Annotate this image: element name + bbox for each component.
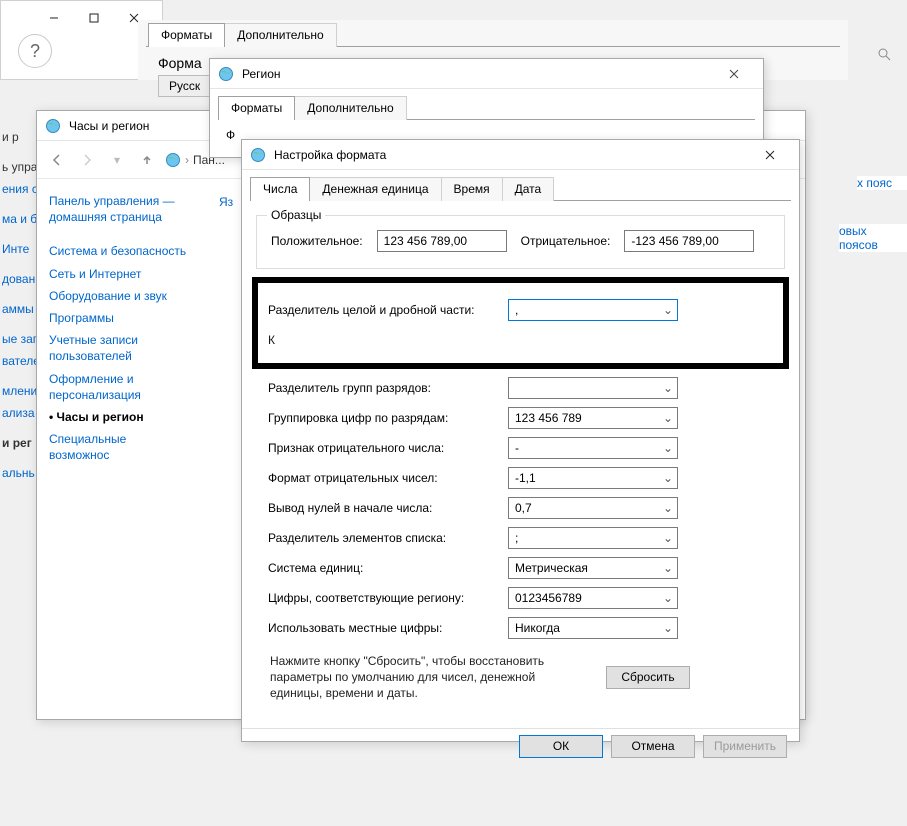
tab-formaty-bg[interactable]: Форматы	[148, 23, 225, 47]
measurement-system-select[interactable]: Метрическая⌄	[508, 557, 678, 579]
native-digits-select[interactable]: Никогда⌄	[508, 617, 678, 639]
format-settings-dialog: Настройка формата Числа Денежная единица…	[241, 139, 800, 742]
up-button[interactable]	[135, 148, 159, 172]
sidebar-item-accessibility[interactable]: Специальные возможнос	[49, 431, 189, 463]
sidebar-item-hardware[interactable]: Оборудование и звук	[49, 288, 189, 304]
chevron-down-icon: ⌄	[663, 411, 673, 425]
digit-grouping-select[interactable]: 123 456 789⌄	[508, 407, 678, 429]
negative-sample: -123 456 789,00	[624, 230, 754, 252]
globe-icon	[218, 66, 234, 82]
positive-sample: 123 456 789,00	[377, 230, 507, 252]
list-separator-label: Разделитель элементов списка:	[268, 531, 508, 545]
standard-digits-label: Цифры, соответствующие региону:	[268, 591, 508, 605]
decimal-separator-label: Разделитель целой и дробной части:	[268, 303, 508, 317]
group-separator-label: Разделитель групп разрядов:	[268, 381, 508, 395]
reset-button[interactable]: Сбросить	[606, 666, 690, 689]
leading-zero-label: Вывод нулей в начале числа:	[268, 501, 508, 515]
tab-formaty[interactable]: Форматы	[218, 96, 295, 120]
highlighted-decimal-separator: Разделитель целой и дробной части: , ⌄ К	[252, 277, 789, 369]
decimal-separator-select[interactable]: , ⌄	[508, 299, 678, 321]
recent-button[interactable]: ▾	[105, 148, 129, 172]
help-icon: ?	[30, 41, 40, 62]
sidebar-item-accounts[interactable]: Учетные записи пользователей	[49, 332, 189, 364]
positive-label: Положительное:	[271, 234, 363, 248]
reset-hint: Нажмите кнопку "Сбросить", чтобы восстан…	[270, 653, 590, 702]
back-button[interactable]	[45, 148, 69, 172]
tab-numbers[interactable]: Числа	[250, 177, 310, 201]
tab-dopolnitelno[interactable]: Дополнительно	[294, 96, 406, 120]
search-input[interactable]	[748, 40, 903, 70]
group-title: Образцы	[267, 208, 325, 222]
sidebar-home[interactable]: Панель управления —домашняя страница	[49, 193, 189, 225]
native-digits-label: Использовать местные цифры:	[268, 621, 508, 635]
globe-icon	[165, 152, 181, 168]
tab-time[interactable]: Время	[441, 177, 503, 201]
negative-sign-select[interactable]: -⌄	[508, 437, 678, 459]
chevron-down-icon: ⌄	[663, 561, 673, 575]
timezone-link-fragment2[interactable]: овых поясов	[839, 224, 907, 252]
window-title: Часы и регион	[69, 119, 149, 133]
sidebar-item-appearance[interactable]: Оформление и персонализация	[49, 371, 189, 403]
group-separator-select[interactable]: ⌄	[508, 377, 678, 399]
ok-button[interactable]: ОК	[519, 735, 603, 758]
leading-zero-select[interactable]: 0,7⌄	[508, 497, 678, 519]
negative-format-label: Формат отрицательных чисел:	[268, 471, 508, 485]
maximize-button[interactable]	[74, 4, 114, 32]
globe-icon	[45, 118, 61, 134]
apply-button[interactable]: Применить	[703, 735, 787, 758]
cancel-button[interactable]: Отмена	[611, 735, 695, 758]
russian-button-bg[interactable]: Русск	[158, 75, 211, 97]
sidebar-item-programs[interactable]: Программы	[49, 310, 189, 326]
sidebar: Панель управления —домашняя страница Сис…	[37, 179, 195, 719]
timezone-link-fragment[interactable]: х пояс	[857, 176, 907, 190]
negative-label: Отрицательное:	[521, 234, 611, 248]
negative-format-select[interactable]: -1,1⌄	[508, 467, 678, 489]
standard-digits-select[interactable]: 0123456789⌄	[508, 587, 678, 609]
chevron-down-icon: ⌄	[663, 531, 673, 545]
sidebar-item-network[interactable]: Сеть и Интернет	[49, 266, 189, 282]
tab-currency[interactable]: Денежная единица	[309, 177, 441, 201]
dialog-title: Регион	[242, 67, 281, 81]
search-icon	[877, 47, 891, 64]
edge-clipped-text: и р ь упра ения с ма и б Инте дован аммы…	[0, 130, 36, 630]
language-link[interactable]: Яз	[219, 195, 233, 209]
chevron-down-icon: ⌄	[663, 501, 673, 515]
negative-sign-label: Признак отрицательного числа:	[268, 441, 508, 455]
chevron-down-icon: ⌄	[663, 441, 673, 455]
chevron-down-icon: ⌄	[663, 471, 673, 485]
measurement-system-label: Система единиц:	[268, 561, 508, 575]
globe-icon	[250, 147, 266, 163]
chevron-down-icon: ⌄	[663, 621, 673, 635]
forward-button[interactable]	[75, 148, 99, 172]
tab-date[interactable]: Дата	[502, 177, 555, 201]
list-separator-select[interactable]: ;⌄	[508, 527, 678, 549]
chevron-down-icon: ⌄	[663, 303, 673, 317]
close-button[interactable]	[713, 60, 755, 88]
close-button[interactable]	[749, 141, 791, 169]
dialog-title: Настройка формата	[274, 148, 386, 162]
minimize-button[interactable]	[34, 4, 74, 32]
sidebar-item-system[interactable]: Система и безопасность	[49, 243, 189, 259]
tab-dopolnitelno-bg[interactable]: Дополнительно	[224, 23, 336, 47]
samples-group: Образцы Положительное: 123 456 789,00 От…	[256, 215, 785, 269]
fraction-digits-label: К	[268, 333, 508, 347]
chevron-down-icon: ⌄	[663, 381, 673, 395]
help-button[interactable]: ?	[18, 34, 52, 68]
digit-grouping-label: Группировка цифр по разрядам:	[268, 411, 508, 425]
sidebar-item-clock-region[interactable]: Часы и регион	[49, 409, 189, 425]
chevron-down-icon: ⌄	[663, 591, 673, 605]
